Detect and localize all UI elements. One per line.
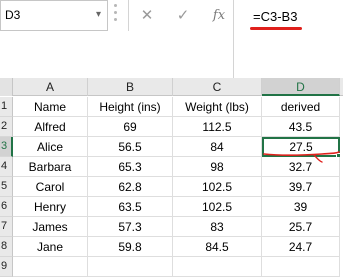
- table-cell[interactable]: 98: [173, 157, 262, 177]
- row-header-4[interactable]: 4: [0, 157, 13, 177]
- row-header-6[interactable]: 6: [0, 197, 13, 217]
- table-cell[interactable]: [13, 257, 88, 277]
- cancel-icon[interactable]: ✕: [137, 6, 157, 26]
- table-cell[interactable]: 69: [88, 117, 173, 137]
- divider: [233, 0, 234, 78]
- formula-bar-area: D3 ▾ ✕ ✓ fx =C3-B3: [0, 0, 343, 78]
- table-cell[interactable]: Name: [13, 97, 88, 117]
- table-cell[interactable]: 43.5: [262, 117, 340, 137]
- row-header-9[interactable]: 9: [0, 257, 13, 277]
- table-cell[interactable]: Alfred: [13, 117, 88, 137]
- table-cell[interactable]: 39: [262, 197, 340, 217]
- column-header-b[interactable]: B: [88, 78, 173, 96]
- table-cell[interactable]: 25.7: [262, 217, 340, 237]
- red-underline-annotation: [250, 27, 302, 30]
- table-cell[interactable]: 39.7: [262, 177, 340, 197]
- table-cell[interactable]: [88, 257, 173, 277]
- table-cell[interactable]: 84.5: [173, 237, 262, 257]
- table-cell[interactable]: Weight (lbs): [173, 97, 262, 117]
- formula-text: =C3-B3: [253, 9, 298, 24]
- row-header-7[interactable]: 7: [0, 217, 13, 237]
- table-cell[interactable]: Height (ins): [88, 97, 173, 117]
- table-cell[interactable]: Carol: [13, 177, 88, 197]
- row-header-5[interactable]: 5: [0, 177, 13, 197]
- table-cell[interactable]: 24.7: [262, 237, 340, 257]
- insert-function-icon[interactable]: fx: [209, 6, 229, 26]
- table-cell[interactable]: Henry: [13, 197, 88, 217]
- table-cell[interactable]: 112.5: [173, 117, 262, 137]
- table-cell[interactable]: Alice: [13, 137, 88, 157]
- table-cell[interactable]: 65.3: [88, 157, 173, 177]
- drag-grip-icon[interactable]: [114, 4, 117, 26]
- table-cell[interactable]: derived: [262, 97, 340, 117]
- table-cell[interactable]: 102.5: [173, 197, 262, 217]
- column-header-a[interactable]: A: [13, 78, 88, 96]
- column-header-d[interactable]: D: [262, 78, 340, 96]
- enter-icon[interactable]: ✓: [173, 6, 193, 26]
- table-cell[interactable]: 62.8: [88, 177, 173, 197]
- row-header-2[interactable]: 2: [0, 117, 13, 137]
- divider: [128, 0, 129, 31]
- red-scribble-annotation: [263, 151, 340, 163]
- table-cell[interactable]: 83: [173, 217, 262, 237]
- table-cell[interactable]: Barbara: [13, 157, 88, 177]
- name-box[interactable]: D3: [0, 0, 108, 31]
- column-header-c[interactable]: C: [173, 78, 262, 96]
- table-cell[interactable]: 57.3: [88, 217, 173, 237]
- table-cell[interactable]: [173, 257, 262, 277]
- row-header-8[interactable]: 8: [0, 237, 13, 257]
- table-cell[interactable]: 59.8: [88, 237, 173, 257]
- table-cell[interactable]: 84: [173, 137, 262, 157]
- table-cell[interactable]: James: [13, 217, 88, 237]
- row-header-1[interactable]: 1: [0, 97, 13, 117]
- table-cell[interactable]: [262, 257, 340, 277]
- row-header-3[interactable]: 3: [0, 137, 13, 157]
- table-cell[interactable]: Jane: [13, 237, 88, 257]
- table-cell[interactable]: 102.5: [173, 177, 262, 197]
- select-all-corner[interactable]: [0, 78, 13, 96]
- chevron-down-icon[interactable]: ▾: [96, 8, 101, 22]
- table-cell[interactable]: 56.5: [88, 137, 173, 157]
- table-cell[interactable]: 63.5: [88, 197, 173, 217]
